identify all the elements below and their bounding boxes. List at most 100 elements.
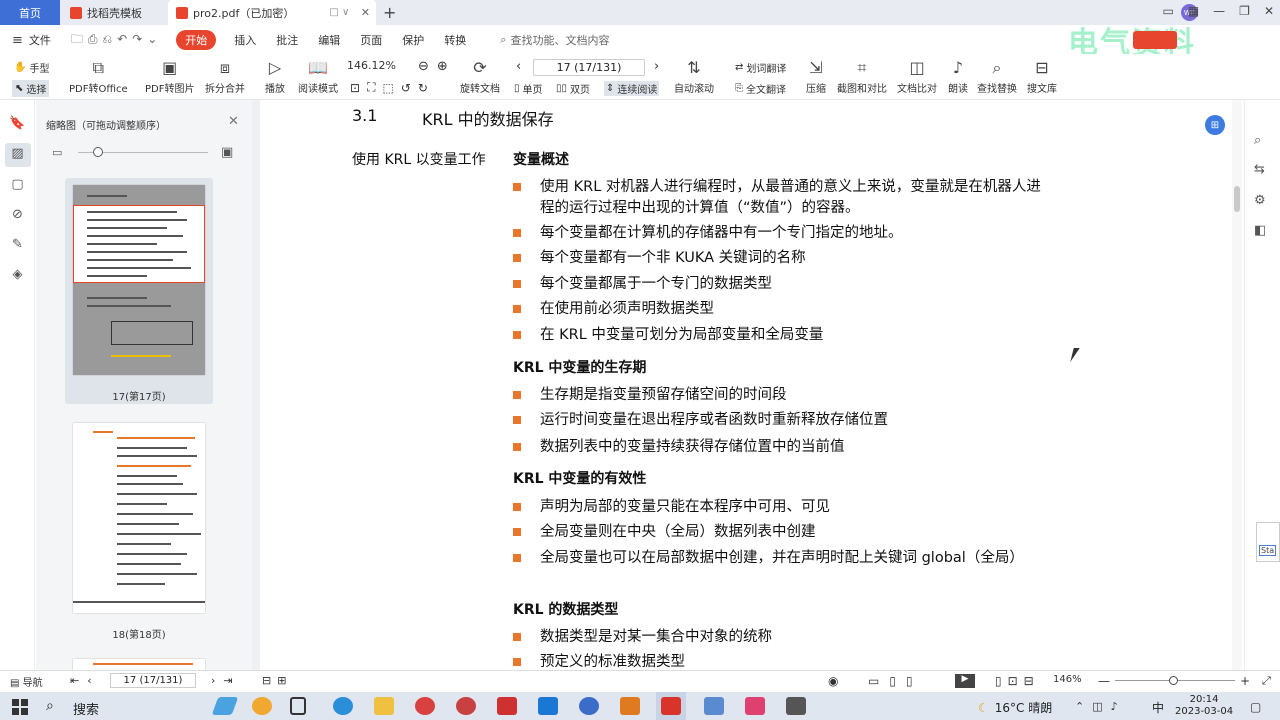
app-icon-9[interactable] [745, 697, 765, 715]
small-image-icon[interactable]: ▭ [52, 146, 62, 159]
weather-widget[interactable]: ☾ 16°C 晴朗 [978, 699, 1052, 716]
translate-full-button[interactable]: ⎘ 全文翻译 [735, 81, 786, 96]
notification-icon[interactable]: ▢ [1250, 700, 1261, 714]
menu-convert[interactable]: 转换 [444, 32, 466, 48]
convert-icon[interactable]: ⇆ [1254, 162, 1265, 177]
layout-icon[interactable]: ▭ [1162, 4, 1173, 18]
fit-page-icon[interactable]: ⛶ [367, 80, 375, 95]
thumbnail-size-knob[interactable] [93, 147, 103, 157]
thumbnail-icon[interactable]: ▨ [9, 146, 26, 163]
share-icon[interactable]: ◧ [1254, 223, 1266, 238]
page-nav-forward[interactable]: ›⇥ [211, 674, 241, 687]
restore-icon[interactable]: ❐ [1239, 4, 1250, 18]
scrollbar-thumb[interactable] [1234, 186, 1240, 212]
minimize-icon[interactable]: — [1213, 4, 1225, 18]
rotate-document-button[interactable]: ⟳ 旋转文档 [460, 58, 500, 95]
menu-page[interactable]: 页面 [360, 32, 382, 48]
continuous-read-button[interactable]: ⇕ 连续阅读 [604, 81, 660, 96]
read-aloud-button[interactable]: ♪ 朗读 [948, 58, 968, 95]
compare-button[interactable]: ◫ 文档比对 [897, 58, 937, 95]
close-panel-icon[interactable]: ✕ [228, 114, 239, 129]
thumbnail-page-17[interactable]: 17(第17页) [65, 178, 213, 404]
fit-icons[interactable]: ▯⊡⊟ [995, 674, 1040, 688]
play-button[interactable]: ▷ 播放 [265, 58, 285, 95]
zoom-out-icon[interactable]: — [1098, 674, 1110, 688]
double-page-button[interactable]: ▯▯ 双页 [556, 81, 590, 96]
menu-protect[interactable]: 保护 [402, 32, 424, 48]
app-icon-3[interactable] [415, 697, 435, 715]
tab-document[interactable]: pro2.pdf（已加密） □ ∨ ✕ [168, 0, 376, 25]
pdf-to-office-button[interactable]: ⧉ PDF转Office [69, 58, 128, 95]
single-page-button[interactable]: ▯ 单页 [514, 81, 543, 96]
compress-button[interactable]: ⇲ 压缩 [806, 58, 826, 95]
clock[interactable]: 20:14 2023-03-04 [1175, 694, 1233, 718]
eye-icon[interactable]: ◉ [828, 674, 838, 688]
quick-access-icons[interactable]: 🗀⎙⎌↶↷⌄ [71, 30, 162, 51]
promo-badge[interactable] [1133, 31, 1177, 49]
settings-icon[interactable]: ⚙ [1254, 193, 1266, 208]
signature-icon[interactable]: ✎ [9, 237, 26, 254]
close-window-icon[interactable]: ✕ [1264, 4, 1274, 18]
navigation-toggle[interactable]: ▤ 导航 [10, 674, 43, 689]
app-icon-8[interactable] [704, 697, 724, 715]
menu-icon[interactable]: ≡ [12, 33, 23, 48]
tray-icons[interactable]: ⌃◫♪ [1075, 700, 1126, 713]
search-library-button[interactable]: ⊟ 搜文库 [1027, 58, 1057, 95]
floating-tool-icon[interactable]: ⊞ [1205, 115, 1225, 135]
actual-size-icon[interactable]: ⊡ [350, 81, 360, 95]
app-icon-7[interactable] [620, 697, 640, 715]
menu-annotate[interactable]: 批注 [276, 32, 298, 48]
split-merge-button[interactable]: ⧈ 拆分合并 [205, 58, 245, 95]
page-number-input[interactable]: 17 (17/131) [533, 59, 645, 76]
read-mode-button[interactable]: 📖 阅读模式 [298, 58, 338, 95]
zoom-in-icon[interactable]: ⊕ [437, 59, 448, 74]
app-icon-2[interactable] [252, 697, 272, 715]
close-icon[interactable]: ✕ [361, 6, 370, 19]
hand-tool[interactable]: ✋ 手型 [14, 60, 49, 75]
screenshot-button[interactable]: ⌗ 截图和对比 [837, 58, 887, 95]
tab-template[interactable]: 找稻壳模板 [62, 0, 164, 25]
zoom-in-icon[interactable]: + [1240, 674, 1250, 688]
edge-popup[interactable]: Sta [1256, 522, 1280, 562]
thumbnail-page-19[interactable] [65, 655, 213, 670]
app-icon-6[interactable] [579, 697, 599, 715]
zoom-slider-knob[interactable] [1169, 676, 1178, 685]
rotate-left-icon[interactable]: ↺ [401, 81, 411, 95]
menu-insert[interactable]: 插入 [234, 32, 256, 48]
fit-width-icon[interactable]: ⬚ [382, 81, 393, 95]
windows-start-icon[interactable] [12, 699, 28, 715]
wps-pdf-icon[interactable] [661, 697, 681, 715]
auto-scroll-button[interactable]: ⇅ 自动滚动 [674, 58, 714, 95]
menu-file[interactable]: 文件 [29, 32, 51, 48]
tab-home[interactable]: 首页 [0, 0, 60, 25]
edge-browser-icon[interactable] [333, 697, 353, 715]
zoom-input[interactable]: 146.12% [347, 59, 401, 75]
task-view-icon[interactable] [290, 697, 306, 715]
file-explorer-icon[interactable] [374, 697, 394, 715]
new-tab-button[interactable]: + [383, 3, 396, 22]
app-icon-4[interactable] [456, 697, 476, 715]
page-nav-buttons[interactable]: ⇤‹ [70, 674, 100, 687]
view-mode-icons[interactable]: ▭▯▯ [868, 674, 923, 688]
menu-start[interactable]: 开始 [176, 30, 217, 50]
thumbnail-page-18[interactable]: 18(第18页) [65, 416, 213, 642]
next-page-icon[interactable]: › [654, 59, 659, 74]
mail-icon[interactable] [538, 697, 558, 715]
feature-search[interactable]: ⌕ 查找功能、文档内容 [500, 32, 609, 48]
fullscreen-icon[interactable]: ⤢ [1262, 674, 1271, 688]
panel-gutter[interactable] [252, 100, 260, 670]
tab-options-icon[interactable]: □ ∨ [329, 7, 349, 18]
explore-icon[interactable]: ⌕ [1254, 133, 1261, 148]
history-buttons[interactable]: ⊟⊞ [262, 674, 292, 687]
app-icon-10[interactable] [786, 697, 806, 715]
taskbar-search[interactable]: 搜索 [73, 699, 99, 718]
play-icon[interactable]: ▶ [955, 674, 975, 688]
input-method-indicator[interactable]: 中 [1152, 699, 1164, 716]
attachment-icon[interactable]: ⊘ [9, 207, 26, 224]
bookmark-icon[interactable]: 🔖 [9, 116, 26, 133]
large-image-icon[interactable]: ▣ [221, 145, 233, 160]
find-replace-button[interactable]: ⌕ 查找替换 [977, 58, 1017, 95]
comment-icon[interactable]: ▢ [9, 177, 26, 194]
status-page-input[interactable]: 17 (17/131) [110, 673, 196, 688]
zoom-out-icon[interactable]: ⊖ [418, 59, 429, 74]
